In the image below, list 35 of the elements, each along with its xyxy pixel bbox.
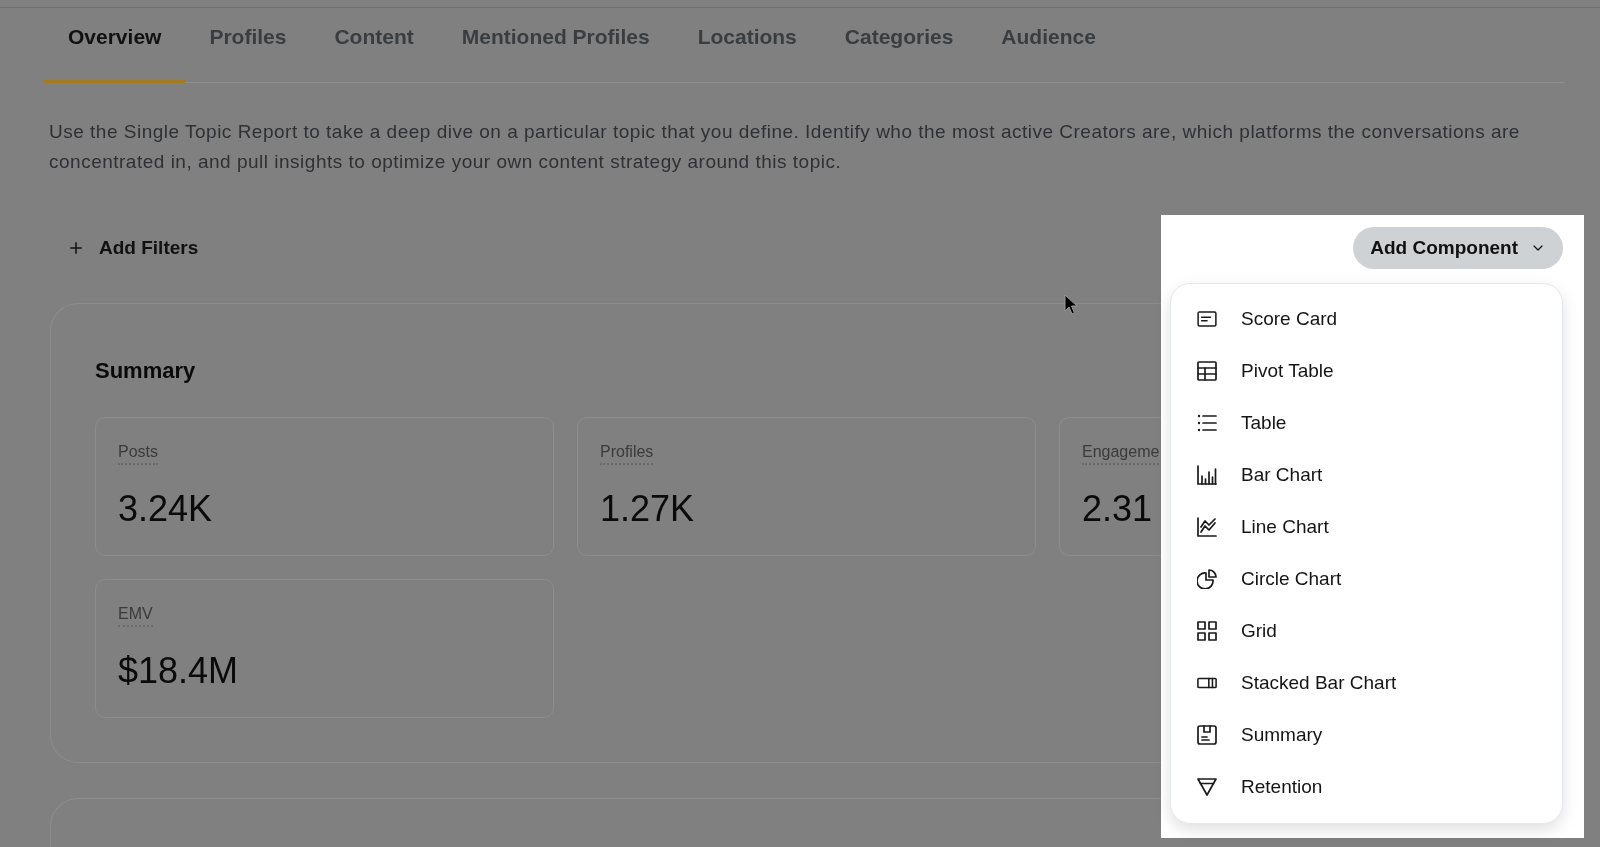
stat-value: 3.24K — [118, 487, 214, 531]
add-filters-button[interactable]: Add Filters — [67, 233, 199, 263]
table-grid-icon — [1197, 361, 1217, 381]
stat-label: Engageme — [1082, 441, 1160, 465]
summary-title: Summary — [95, 357, 197, 385]
plus-icon — [67, 239, 85, 257]
menu-item[interactable]: Circle Chart — [1171, 553, 1562, 605]
card-icon — [1197, 311, 1217, 327]
stat-value: 1.27K — [600, 487, 696, 531]
stat-value: 2.31 — [1082, 487, 1154, 531]
stat-value: $18.4M — [118, 649, 240, 693]
stacked-bar-icon — [1197, 677, 1217, 689]
grid-icon — [1197, 621, 1217, 641]
stat-label: Profiles — [600, 441, 654, 465]
menu-item[interactable]: Score Card — [1171, 293, 1562, 345]
mouse-cursor-icon — [1064, 294, 1078, 315]
menu-item[interactable]: Line Chart — [1171, 501, 1562, 553]
bar-chart-icon — [1197, 465, 1217, 485]
tab[interactable]: Overview — [44, 8, 186, 83]
menu-item[interactable]: Retention — [1171, 761, 1562, 813]
list-icon — [1197, 414, 1217, 432]
menu-item[interactable]: Stacked Bar Chart — [1171, 657, 1562, 709]
menu-item[interactable]: Grid — [1171, 605, 1562, 657]
menu-item[interactable]: Pivot Table — [1171, 345, 1562, 397]
document-icon — [1197, 725, 1217, 745]
menu-item[interactable]: Summary — [1171, 709, 1562, 761]
stat-label: EMV — [118, 603, 153, 627]
menu-item[interactable]: Table — [1171, 397, 1562, 449]
funnel-icon — [1197, 778, 1217, 796]
report-description: Use the Single Topic Report to take a deep dive on a particular topic that you define. Identify who the most active Creators are, which platforms the conversations are concentrated in, and pull insights to optimize your own content strategy around this topic. — [49, 120, 1521, 174]
line-chart-icon — [1197, 517, 1217, 537]
add-component-button[interactable]: Add Component — [1353, 227, 1563, 269]
pie-chart-icon — [1197, 569, 1217, 589]
menu-item[interactable]: Bar Chart — [1171, 449, 1562, 501]
stat-label: Posts — [118, 441, 158, 465]
